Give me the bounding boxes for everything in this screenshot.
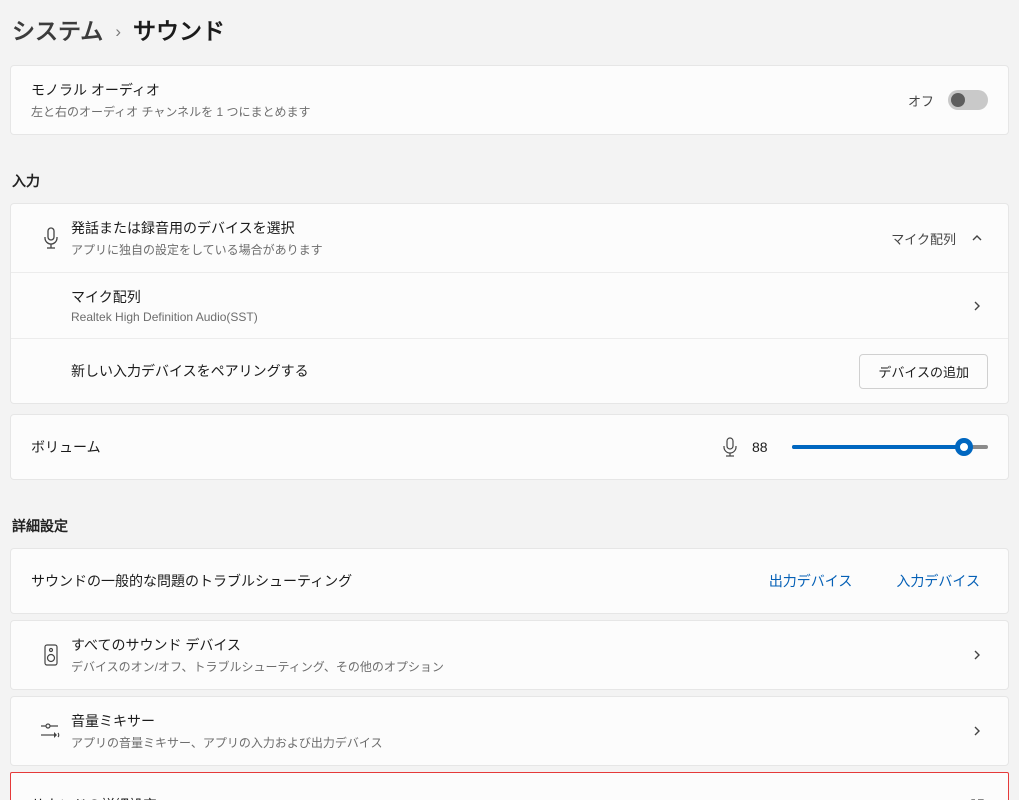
mixer-title: 音量ミキサー xyxy=(71,711,970,731)
slider-fill xyxy=(792,445,964,449)
mono-audio-state: オフ xyxy=(908,91,934,110)
troubleshoot-output-link[interactable]: 出力デバイス xyxy=(761,567,861,595)
input-device-name: マイク配列 xyxy=(71,287,970,307)
section-input: 入力 xyxy=(12,171,1007,191)
volume-label: ボリューム xyxy=(31,437,722,457)
all-sound-devices-card[interactable]: すべてのサウンド デバイス デバイスのオン/オフ、トラブルシューティング、その他… xyxy=(10,620,1009,690)
chevron-right-icon xyxy=(970,724,988,738)
mono-audio-toggle[interactable] xyxy=(948,90,988,110)
troubleshoot-card: サウンドの一般的な問題のトラブルシューティング 出力デバイス 入力デバイス xyxy=(10,548,1009,614)
microphone-icon[interactable] xyxy=(722,437,738,457)
pair-new-device-row: 新しい入力デバイスをペアリングする デバイスの追加 xyxy=(11,338,1008,403)
mono-audio-title: モノラル オーディオ xyxy=(31,80,908,100)
chevron-up-icon xyxy=(970,231,988,245)
troubleshoot-label: サウンドの一般的な問題のトラブルシューティング xyxy=(31,571,761,591)
section-advanced: 詳細設定 xyxy=(12,516,1007,536)
breadcrumb: システム › サウンド xyxy=(10,6,1009,65)
mono-audio-card[interactable]: モノラル オーディオ 左と右のオーディオ チャンネルを 1 つにまとめます オフ xyxy=(10,65,1009,135)
pair-new-device-label: 新しい入力デバイスをペアリングする xyxy=(71,361,859,381)
input-device-select-row[interactable]: 発話または録音用のデバイスを選択 アプリに独自の設定をしている場合があります マ… xyxy=(11,204,1008,272)
input-device-item[interactable]: マイク配列 Realtek High Definition Audio(SST) xyxy=(11,272,1008,338)
breadcrumb-parent[interactable]: システム xyxy=(12,20,103,43)
chevron-right-icon: › xyxy=(115,23,121,40)
speaker-icon xyxy=(31,644,71,666)
input-current-device: マイク配列 xyxy=(891,229,956,248)
mono-audio-sub: 左と右のオーディオ チャンネルを 1 つにまとめます xyxy=(31,103,908,120)
volume-value: 88 xyxy=(752,439,778,455)
volume-mixer-card[interactable]: 音量ミキサー アプリの音量ミキサー、アプリの入力および出力デバイス xyxy=(10,696,1009,766)
troubleshoot-input-link[interactable]: 入力デバイス xyxy=(888,567,988,595)
input-select-title: 発話または録音用のデバイスを選択 xyxy=(71,218,891,238)
mixer-icon xyxy=(31,722,71,740)
slider-thumb[interactable] xyxy=(955,438,973,456)
volume-slider[interactable] xyxy=(792,437,988,457)
mixer-sub: アプリの音量ミキサー、アプリの入力および出力デバイス xyxy=(71,734,970,751)
input-volume-card: ボリューム 88 xyxy=(10,414,1009,480)
chevron-right-icon xyxy=(970,299,988,313)
sound-advanced-settings-card[interactable]: サウンドの詳細設定 xyxy=(10,772,1009,800)
input-device-card: 発話または録音用のデバイスを選択 アプリに独自の設定をしている場合があります マ… xyxy=(10,203,1009,404)
microphone-icon xyxy=(31,227,71,249)
input-select-sub: アプリに独自の設定をしている場合があります xyxy=(71,241,891,258)
toggle-knob xyxy=(951,93,965,107)
all-devices-sub: デバイスのオン/オフ、トラブルシューティング、その他のオプション xyxy=(71,658,970,675)
add-device-button[interactable]: デバイスの追加 xyxy=(859,354,988,389)
sound-advanced-title: サウンドの詳細設定 xyxy=(31,795,970,800)
chevron-right-icon xyxy=(970,648,988,662)
input-device-sub: Realtek High Definition Audio(SST) xyxy=(71,310,970,324)
breadcrumb-current: サウンド xyxy=(133,20,225,43)
all-devices-title: すべてのサウンド デバイス xyxy=(71,635,970,655)
